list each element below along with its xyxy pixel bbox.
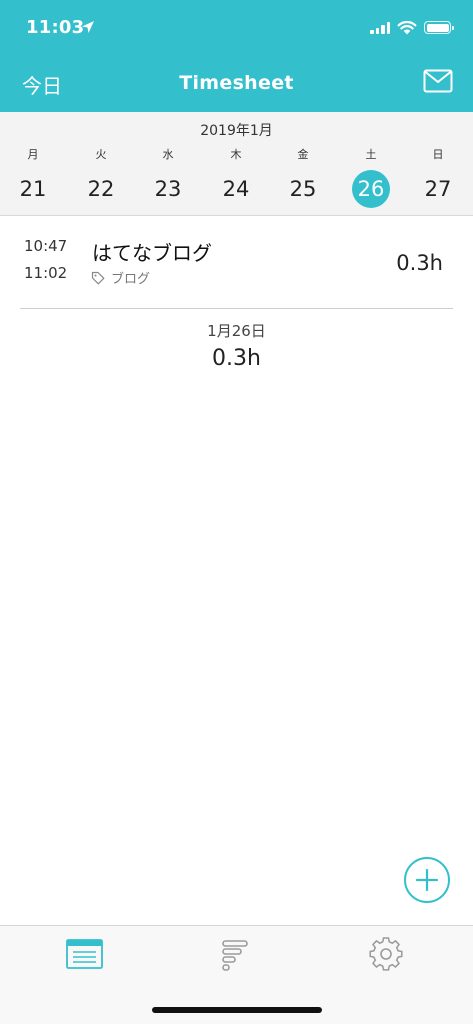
day-number: 27 [424, 177, 452, 201]
day-number: 26 [352, 170, 390, 208]
summary-total: 0.3h [212, 346, 261, 371]
status-time: 11:03 [26, 17, 85, 38]
day-cell[interactable]: 月 21 [3, 146, 63, 208]
day-cell[interactable]: 火 22 [71, 146, 131, 208]
week-strip: 2019年1月 月 21 火 22 水 23 木 24 金 25 土 26 日 … [0, 112, 473, 216]
report-icon [222, 940, 248, 971]
entry-title: はてなブログ [92, 241, 212, 265]
entry-end-time: 11:02 [24, 264, 68, 282]
day-number: 23 [154, 177, 182, 201]
month-label: 2019年1月 [200, 123, 273, 139]
home-indicator [152, 1007, 322, 1013]
day-cell[interactable]: 木 24 [206, 146, 266, 208]
day-number: 22 [87, 177, 115, 201]
entry-tag-label: ブログ [111, 272, 151, 287]
day-of-week: 火 [95, 148, 107, 161]
day-of-week: 土 [365, 148, 377, 161]
day-cell[interactable]: 水 23 [138, 146, 198, 208]
page-title: Timesheet [179, 72, 294, 94]
day-of-week: 木 [230, 148, 242, 161]
battery-icon [424, 21, 454, 34]
day-number: 24 [222, 177, 250, 201]
time-entry-row[interactable]: 10:47 11:02 はてなブログ ブログ 0.3h [0, 217, 473, 307]
entry-start-time: 10:47 [24, 237, 68, 255]
divider [20, 308, 453, 309]
tab-timesheet[interactable] [61, 936, 111, 976]
summary-date: 1月26日 [207, 322, 266, 340]
day-cell[interactable]: 土 26 [341, 146, 401, 208]
day-cell[interactable]: 金 25 [273, 146, 333, 208]
day-of-week: 月 [27, 148, 39, 161]
app-root: 11:03 今日 Timesheet 2019年1月 月 21 火 22 水 2… [0, 0, 473, 1024]
cellular-signal-icon [370, 21, 390, 34]
add-entry-button[interactable] [404, 857, 450, 903]
tab-settings[interactable] [363, 936, 413, 976]
settings-icon [369, 937, 403, 971]
day-cell[interactable]: 日 27 [408, 146, 468, 208]
tag-icon [91, 271, 105, 285]
day-number: 21 [19, 177, 47, 201]
tab-report[interactable] [212, 936, 262, 976]
timesheet-icon [66, 939, 103, 969]
location-arrow-icon [82, 21, 94, 33]
status-icons [370, 20, 454, 35]
day-number: 25 [289, 177, 317, 201]
entry-duration: 0.3h [396, 251, 443, 275]
day-of-week: 日 [432, 148, 444, 161]
plus-icon [416, 869, 438, 891]
day-of-week: 金 [297, 148, 309, 161]
header: 11:03 今日 Timesheet [0, 0, 473, 112]
day-of-week: 水 [162, 148, 174, 161]
mail-icon[interactable] [423, 69, 453, 93]
wifi-icon [397, 20, 417, 35]
